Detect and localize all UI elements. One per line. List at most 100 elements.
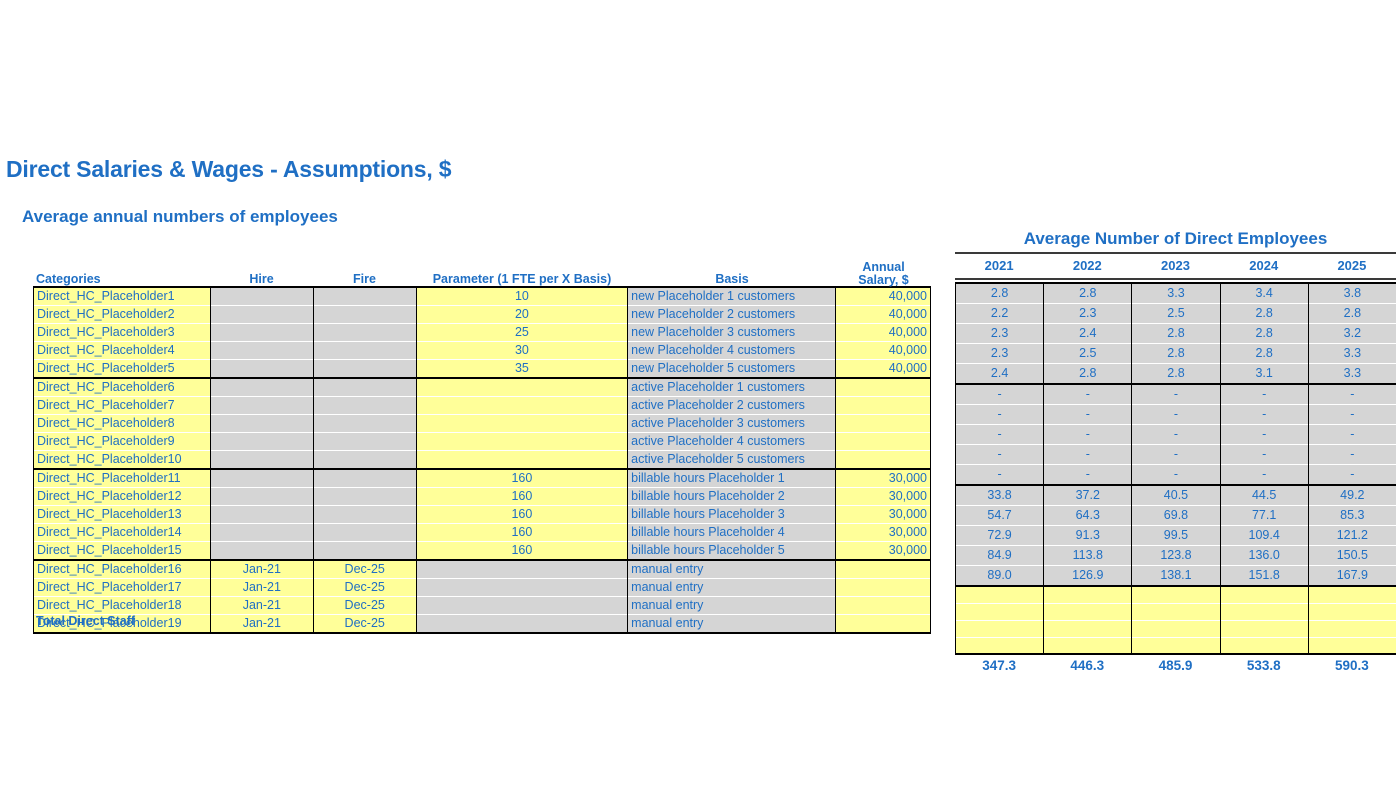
cell-employees-2023[interactable] — [1131, 585, 1221, 603]
cell-category[interactable]: Direct_HC_Placeholder14 — [33, 523, 211, 542]
cell-employees-2022[interactable] — [1043, 585, 1133, 603]
cell-category[interactable]: Direct_HC_Placeholder4 — [33, 341, 211, 360]
cell-employees-2024[interactable] — [1219, 602, 1309, 620]
average-employees-grid: 2.8 2.8 3.3 3.4 3.8 2.2 2.3 2.5 2.8 2.8 2.3 2.4 2.8 2… — [954, 282, 1396, 655]
cell-category[interactable]: Direct_HC_Placeholder12 — [33, 487, 211, 506]
cell-category[interactable]: Direct_HC_Placeholder10 — [33, 450, 211, 470]
cell-employees-2021[interactable] — [954, 619, 1045, 637]
cell-annual-salary[interactable] — [835, 414, 931, 433]
cell-employees-2021: - — [954, 444, 1045, 465]
cell-annual-salary[interactable]: 30,000 — [835, 523, 931, 542]
cell-employees-2021[interactable] — [954, 602, 1045, 620]
cell-annual-salary[interactable]: 40,000 — [835, 305, 931, 324]
cell-employees-2022[interactable] — [1043, 636, 1133, 655]
cell-annual-salary[interactable] — [835, 396, 931, 415]
cell-category[interactable]: Direct_HC_Placeholder6 — [33, 377, 211, 397]
cell-hire — [209, 505, 314, 524]
cell-category[interactable]: Direct_HC_Placeholder15 — [33, 541, 211, 561]
cell-employees-2025: - — [1307, 424, 1396, 445]
cell-parameter[interactable]: 20 — [415, 305, 629, 324]
cell-parameter[interactable] — [415, 414, 629, 433]
cell-parameter[interactable]: 35 — [415, 359, 629, 379]
cell-hire[interactable]: Jan-21 — [209, 559, 314, 579]
cell-parameter[interactable]: 160 — [415, 487, 629, 506]
cell-employees-2024[interactable] — [1219, 619, 1309, 637]
cell-parameter[interactable]: 160 — [415, 523, 629, 542]
cell-fire[interactable]: Dec-25 — [312, 596, 417, 615]
cell-employees-2025: 3.3 — [1307, 363, 1396, 385]
cell-parameter[interactable] — [415, 377, 629, 397]
cell-annual-salary[interactable]: 40,000 — [835, 323, 931, 342]
cell-category[interactable]: Direct_HC_Placeholder1 — [33, 286, 211, 306]
cell-annual-salary[interactable]: 40,000 — [835, 286, 931, 306]
cell-parameter[interactable]: 160 — [415, 468, 629, 488]
cell-employees-2023: 99.5 — [1131, 525, 1221, 546]
cell-employees-2023: 2.8 — [1131, 323, 1221, 344]
cell-employees-2025[interactable] — [1307, 619, 1396, 637]
table-row: Direct_HC_Placeholder7 active Placeholder… — [33, 396, 931, 415]
cell-annual-salary[interactable] — [835, 596, 931, 615]
cell-category[interactable]: Direct_HC_Placeholder8 — [33, 414, 211, 433]
cell-employees-2025[interactable] — [1307, 585, 1396, 603]
cell-annual-salary[interactable]: 30,000 — [835, 487, 931, 506]
cell-category[interactable]: Direct_HC_Placeholder7 — [33, 396, 211, 415]
cell-employees-2025[interactable] — [1307, 636, 1396, 655]
cell-fire[interactable]: Dec-25 — [312, 559, 417, 579]
cell-annual-salary[interactable] — [835, 432, 931, 451]
year-header-row: 2021 2022 2023 2024 2025 — [955, 254, 1396, 280]
table-row: Direct_HC_Placeholder2 20 new Placeholder … — [33, 305, 931, 324]
cell-parameter[interactable] — [415, 432, 629, 451]
cell-basis: billable hours Placeholder 1 — [627, 468, 837, 488]
cell-category[interactable]: Direct_HC_Placeholder18 — [33, 596, 211, 615]
cell-employees-2023[interactable] — [1131, 619, 1221, 637]
cell-annual-salary[interactable] — [835, 450, 931, 470]
cell-category[interactable]: Direct_HC_Placeholder5 — [33, 359, 211, 379]
cell-annual-salary[interactable] — [835, 614, 931, 634]
cell-employees-2023[interactable] — [1131, 636, 1221, 655]
cell-employees-2022[interactable] — [1043, 602, 1133, 620]
cell-employees-2024[interactable] — [1219, 585, 1309, 603]
cell-hire[interactable]: Jan-21 — [209, 614, 314, 634]
cell-category[interactable]: Direct_HC_Placeholder9 — [33, 432, 211, 451]
table-row: 2.8 2.8 3.3 3.4 3.8 — [954, 282, 1396, 304]
cell-employees-2021[interactable] — [954, 585, 1045, 603]
cell-hire[interactable]: Jan-21 — [209, 578, 314, 597]
cell-category[interactable]: Direct_HC_Placeholder17 — [33, 578, 211, 597]
cell-category[interactable]: Direct_HC_Placeholder16 — [33, 559, 211, 579]
cell-employees-2025[interactable] — [1307, 602, 1396, 620]
cell-parameter[interactable]: 160 — [415, 505, 629, 524]
cell-annual-salary[interactable] — [835, 578, 931, 597]
cell-employees-2021: 2.3 — [954, 323, 1045, 344]
cell-parameter[interactable]: 30 — [415, 341, 629, 360]
cell-annual-salary[interactable] — [835, 559, 931, 579]
cell-hire — [209, 286, 314, 306]
cell-employees-2023: 138.1 — [1131, 565, 1221, 587]
cell-parameter[interactable]: 25 — [415, 323, 629, 342]
cell-basis: manual entry — [627, 614, 837, 634]
cell-annual-salary[interactable]: 30,000 — [835, 468, 931, 488]
cell-hire[interactable]: Jan-21 — [209, 596, 314, 615]
cell-parameter[interactable] — [415, 450, 629, 470]
cell-fire[interactable]: Dec-25 — [312, 614, 417, 634]
cell-fire[interactable]: Dec-25 — [312, 578, 417, 597]
cell-annual-salary[interactable] — [835, 377, 931, 397]
cell-employees-2022[interactable] — [1043, 619, 1133, 637]
cell-parameter — [415, 614, 629, 634]
cell-category[interactable]: Direct_HC_Placeholder2 — [33, 305, 211, 324]
cell-annual-salary[interactable]: 30,000 — [835, 541, 931, 561]
cell-employees-2023[interactable] — [1131, 602, 1221, 620]
cell-employees-2024[interactable] — [1219, 636, 1309, 655]
cell-category[interactable]: Direct_HC_Placeholder13 — [33, 505, 211, 524]
cell-annual-salary[interactable]: 40,000 — [835, 359, 931, 379]
cell-category[interactable]: Direct_HC_Placeholder3 — [33, 323, 211, 342]
cell-parameter[interactable]: 10 — [415, 286, 629, 306]
cell-annual-salary[interactable]: 40,000 — [835, 341, 931, 360]
cell-annual-salary[interactable]: 30,000 — [835, 505, 931, 524]
cell-employees-2021[interactable] — [954, 636, 1045, 655]
cell-parameter[interactable] — [415, 396, 629, 415]
cell-category[interactable]: Direct_HC_Placeholder11 — [33, 468, 211, 488]
table-row: 54.7 64.3 69.8 77.1 85.3 — [954, 505, 1396, 526]
cell-employees-2025: 3.8 — [1307, 282, 1396, 304]
cell-parameter[interactable]: 160 — [415, 541, 629, 561]
cell-basis: active Placeholder 2 customers — [627, 396, 837, 415]
